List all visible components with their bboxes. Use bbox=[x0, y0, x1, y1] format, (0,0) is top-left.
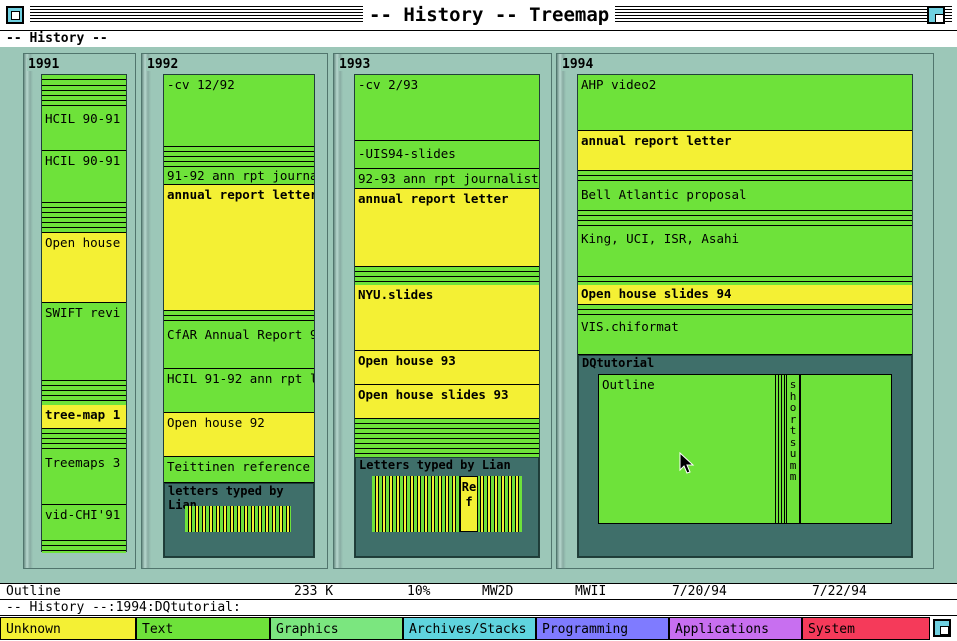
file-tile[interactable]: Open house slides 93 bbox=[355, 385, 539, 419]
zoom-box-icon[interactable] bbox=[927, 6, 945, 24]
file-tile[interactable]: HCIL 90-91 bbox=[42, 109, 126, 151]
status-file-size: 233 K bbox=[294, 584, 334, 599]
file-tile[interactable]: HCIL 91-92 ann rpt le bbox=[164, 369, 314, 413]
status-percent: 10% bbox=[407, 584, 431, 599]
file-tile[interactable]: CfAR Annual Report 9 bbox=[164, 325, 314, 369]
status-file-name: Outline bbox=[6, 584, 61, 599]
file-tile[interactable]: Open house slides 94 bbox=[578, 285, 912, 305]
file-tile[interactable]: SWIFT revi bbox=[42, 303, 126, 381]
treemap-area[interactable]: 1991 HCIL 90-91 HCIL 90-91 Open house SW… bbox=[0, 47, 957, 583]
legend-item-archives-stacks[interactable]: Archives/Stacks bbox=[403, 617, 536, 640]
status-created-date: 7/20/94 bbox=[672, 584, 727, 599]
year-frame-1992[interactable]: 1992 -cv 12/92 91-92 ann rpt journa annu… bbox=[141, 53, 328, 569]
title-bar[interactable]: -- History -- Treemap bbox=[0, 0, 957, 31]
legend-item-text[interactable]: Text bbox=[136, 617, 270, 640]
year-label: 1993 bbox=[338, 57, 372, 72]
year-column-1992[interactable]: -cv 12/92 91-92 ann rpt journa annual re… bbox=[163, 74, 315, 558]
legend-item-applications[interactable]: Applications bbox=[669, 617, 802, 640]
treemap-root-label: -- History -- bbox=[6, 31, 108, 46]
status-creator: MW2D bbox=[482, 584, 514, 599]
file-tile-outline[interactable]: Outline bbox=[598, 374, 776, 524]
year-column-1991[interactable]: HCIL 90-91 HCIL 90-91 Open house SWIFT r… bbox=[41, 74, 127, 553]
file-tile[interactable]: -cv 12/92 bbox=[164, 75, 314, 147]
file-tile-short-summ[interactable]: short summ bbox=[786, 374, 800, 524]
folder-contents[interactable] bbox=[372, 476, 522, 532]
year-frame-1991[interactable]: 1991 HCIL 90-91 HCIL 90-91 Open house SW… bbox=[23, 53, 136, 569]
year-label: 1991 bbox=[27, 57, 61, 72]
file-tile[interactable]: -cv 2/93 bbox=[355, 75, 539, 141]
file-tile[interactable]: Open house 92 bbox=[164, 413, 314, 457]
file-tile[interactable]: Open house 93 bbox=[355, 351, 539, 385]
file-tile[interactable]: 91-92 ann rpt journa bbox=[164, 167, 314, 185]
file-tile[interactable] bbox=[800, 374, 892, 524]
legend-item-programming[interactable]: Programming bbox=[536, 617, 669, 640]
folder-dqtutorial[interactable]: DQtutorial Outline short summ bbox=[578, 355, 912, 557]
close-box-icon[interactable] bbox=[6, 6, 24, 24]
year-frame-1993[interactable]: 1993 -cv 2/93 -UIS94-slides 92-93 ann rp… bbox=[333, 53, 552, 569]
status-bar: Outline 233 K 10% MW2D MWII 7/20/94 7/22… bbox=[0, 583, 957, 599]
file-tile[interactable]: AHP video2 bbox=[578, 75, 912, 131]
file-tile[interactable]: VIS.chiformat bbox=[578, 317, 912, 355]
year-column-1994[interactable]: AHP video2 annual report letter Bell Atl… bbox=[577, 74, 913, 558]
file-tile[interactable]: annual report letter bbox=[164, 185, 314, 311]
file-tile[interactable]: annual report letter bbox=[355, 189, 539, 267]
current-path: -- History --:1994:DQtutorial: bbox=[0, 599, 957, 616]
file-tile[interactable]: vid-CHI'91 bbox=[42, 505, 126, 541]
file-tile[interactable]: tree-map 1 bbox=[42, 405, 126, 429]
legend-item-graphics[interactable]: Graphics bbox=[270, 617, 403, 640]
folder-contents[interactable] bbox=[185, 506, 291, 532]
status-modified-date: 7/22/94 bbox=[812, 584, 867, 599]
file-tile[interactable]: Teittinen reference bbox=[164, 457, 314, 483]
mouse-pointer-icon bbox=[679, 452, 695, 474]
file-tile[interactable]: Bell Atlantic proposal bbox=[578, 185, 912, 211]
folder-label: Letters typed by Lian bbox=[359, 458, 511, 472]
file-tile[interactable]: NYU.slides bbox=[355, 285, 539, 351]
file-tile[interactable]: 92-93 ann rpt journalists bbox=[355, 169, 539, 189]
file-tile[interactable]: annual report letter bbox=[578, 131, 912, 171]
file-tile[interactable]: -UIS94-slides bbox=[355, 141, 539, 169]
year-frame-1994[interactable]: 1994 AHP video2 annual report letter Bel… bbox=[556, 53, 934, 569]
file-tile-ref[interactable]: Ref bbox=[460, 476, 478, 532]
year-column-1993[interactable]: -cv 2/93 -UIS94-slides 92-93 ann rpt jou… bbox=[354, 74, 540, 558]
file-type-legend: Unknown Text Graphics Archives/Stacks Pr… bbox=[0, 616, 957, 641]
file-tile[interactable]: King, UCI, ISR, Asahi bbox=[578, 229, 912, 277]
file-tile[interactable]: HCIL 90-91 bbox=[42, 151, 126, 203]
year-label: 1992 bbox=[146, 57, 180, 72]
tiny-files-strip[interactable] bbox=[776, 374, 786, 524]
status-type: MWII bbox=[575, 584, 607, 599]
year-label: 1994 bbox=[561, 57, 595, 72]
resize-box-icon[interactable] bbox=[933, 619, 951, 637]
folder-letters-typed-by-lian[interactable]: letters typed by Lian bbox=[164, 483, 314, 557]
legend-item-system[interactable]: System bbox=[802, 617, 930, 640]
file-tile[interactable]: Treemaps 3 bbox=[42, 453, 126, 505]
folder-label: DQtutorial bbox=[582, 356, 655, 370]
window-title: -- History -- Treemap bbox=[363, 4, 616, 26]
file-tile[interactable]: Open house bbox=[42, 233, 126, 303]
folder-letters-typed-by-lian[interactable]: Letters typed by Lian Ref bbox=[355, 457, 539, 557]
legend-item-unknown[interactable]: Unknown bbox=[0, 617, 136, 640]
